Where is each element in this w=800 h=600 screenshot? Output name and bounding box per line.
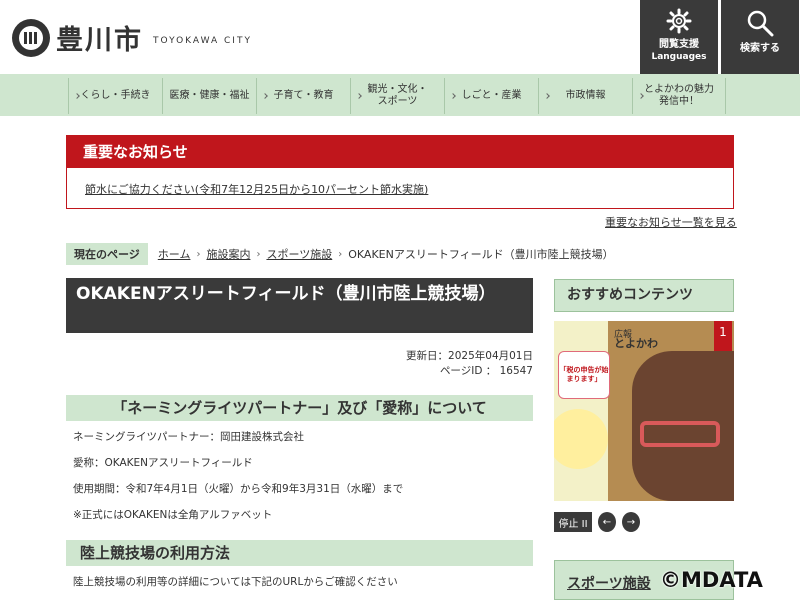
banner-callout-text: 「税の申告が始まります」 <box>559 366 609 383</box>
logo-sub: TOYOKAWA CITY <box>153 35 252 46</box>
important-notice: 重要なお知らせ 節水にご協力ください(令和7年12月25日から10パーセント節水… <box>66 135 734 209</box>
languages-button[interactable]: 閲覧支援 Languages <box>640 0 718 74</box>
banner-issue-badge: 1 <box>714 321 732 351</box>
slideshow-next-button[interactable]: → <box>622 512 640 532</box>
notice-heading: 重要なお知らせ <box>67 136 733 168</box>
site-logo[interactable]: 豊川市 TOYOKAWA CITY <box>12 18 252 57</box>
chevron-right-icon: › <box>338 248 343 260</box>
section-heading-usage: 陸上競技場の利用方法 <box>66 540 533 566</box>
chevron-right-icon: › <box>196 248 201 260</box>
koho-toyokawa-banner[interactable]: 広報 とよかわ 1 「税の申告が始まります」 <box>554 321 734 501</box>
paragraph-note: ※正式にはOKAKENは全角アルファベット <box>73 509 273 521</box>
nav-item-work[interactable]: しごと・産業 <box>444 78 538 114</box>
paragraph-period: 使用期間：令和7年4月1日（火曜）から令和9年3月31日（水曜）まで <box>73 483 404 495</box>
search-label: 検索する <box>740 43 780 54</box>
section-heading-naming-rights: 「ネーミングライツパートナー」及び「愛称」について <box>66 395 533 421</box>
nav-item-city-info[interactable]: 市政情報 <box>538 78 632 114</box>
recommend-heading: おすすめコンテンツ <box>554 279 734 312</box>
chevron-right-icon: › <box>256 248 261 260</box>
breadcrumb: 現在のページ ホーム › 施設案内 › スポーツ施設 › OKAKENアスリート… <box>66 243 614 265</box>
slideshow-prev-button[interactable]: ← <box>598 512 616 532</box>
nav-item-tourism[interactable]: 観光・文化・ スポーツ <box>350 78 444 114</box>
global-nav: くらし・手続き 医療・健康・福祉 子育て・教育 観光・文化・ スポーツ しごと・… <box>0 74 800 116</box>
site-header: 豊川市 TOYOKAWA CITY 閲覧支援 Languages 検索する <box>0 0 800 74</box>
breadcrumb-current: OKAKENアスリートフィールド（豊川市陸上競技場） <box>348 248 614 261</box>
languages-label-en: Languages <box>651 52 707 62</box>
banner-callout: 「税の申告が始まります」 <box>558 351 610 399</box>
gear-icon <box>666 8 692 34</box>
watermark: ©MDATA <box>660 568 763 592</box>
breadcrumb-facilities[interactable]: 施設案内 <box>206 246 250 262</box>
breadcrumb-home[interactable]: ホーム <box>158 246 191 262</box>
search-icon <box>747 10 774 37</box>
page-meta: 更新日：2025年04月01日 ページID ： 16547 <box>300 349 533 379</box>
slideshow-pause-button[interactable]: 停止 II <box>554 512 592 532</box>
paragraph-usage: 陸上競技場の利用等の詳細については下記のURLからご確認ください <box>73 576 398 588</box>
logo-name: 豊川市 <box>56 25 143 56</box>
breadcrumb-sports[interactable]: スポーツ施設 <box>266 246 332 262</box>
nav-item-childcare[interactable]: 子育て・教育 <box>256 78 350 114</box>
paragraph-nickname: 愛称：OKAKENアスリートフィールド <box>73 457 253 469</box>
nav-item-health[interactable]: 医療・健康・福祉 <box>162 78 256 114</box>
page-title: OKAKENアスリートフィールド（豊川市陸上競技場） <box>66 278 533 333</box>
nav-item-attraction[interactable]: とよかわの魅力 発信中！ <box>632 78 726 114</box>
notice-link-water[interactable]: 節水にご協力ください(令和7年12月25日から10パーセント節水実施) <box>85 181 428 197</box>
search-button[interactable]: 検索する <box>721 0 799 74</box>
paragraph-partner: ネーミングライツパートナー：岡田建設株式会社 <box>73 431 304 443</box>
updated-date: 更新日：2025年04月01日 <box>406 350 533 362</box>
breadcrumb-here-label: 現在のページ <box>66 243 148 265</box>
languages-label-ja: 閲覧支援 <box>659 39 699 50</box>
notice-list-link[interactable]: 重要なお知らせ一覧を見る <box>605 214 737 230</box>
city-emblem-icon <box>12 18 50 57</box>
nav-item-living[interactable]: くらし・手続き <box>68 78 162 114</box>
page-id: ページID ： 16547 <box>439 365 533 377</box>
banner-magazine: とよかわ <box>614 337 658 350</box>
